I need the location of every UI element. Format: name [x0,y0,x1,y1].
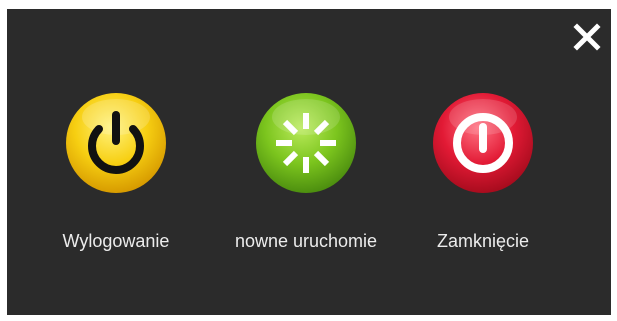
spinner-icon [256,93,356,193]
power-options-dialog: Wylogowanie nowne uruchomie Zamknięcie [7,9,611,315]
restart-label: nowne uruchomie [234,231,378,251]
power-actions: Wylogowanie nowne uruchomie Zamknięcie [7,91,611,271]
close-icon [573,23,601,51]
power-icon [66,93,166,193]
logout-button[interactable]: Wylogowanie [26,91,206,271]
shutdown-label: Zamknięcie [436,231,530,251]
shutdown-button[interactable]: Zamknięcie [393,91,573,271]
shutdown-icon [433,93,533,193]
restart-button[interactable]: nowne uruchomie [216,91,396,271]
logout-label: Wylogowanie [62,231,170,251]
close-button[interactable] [571,21,603,53]
